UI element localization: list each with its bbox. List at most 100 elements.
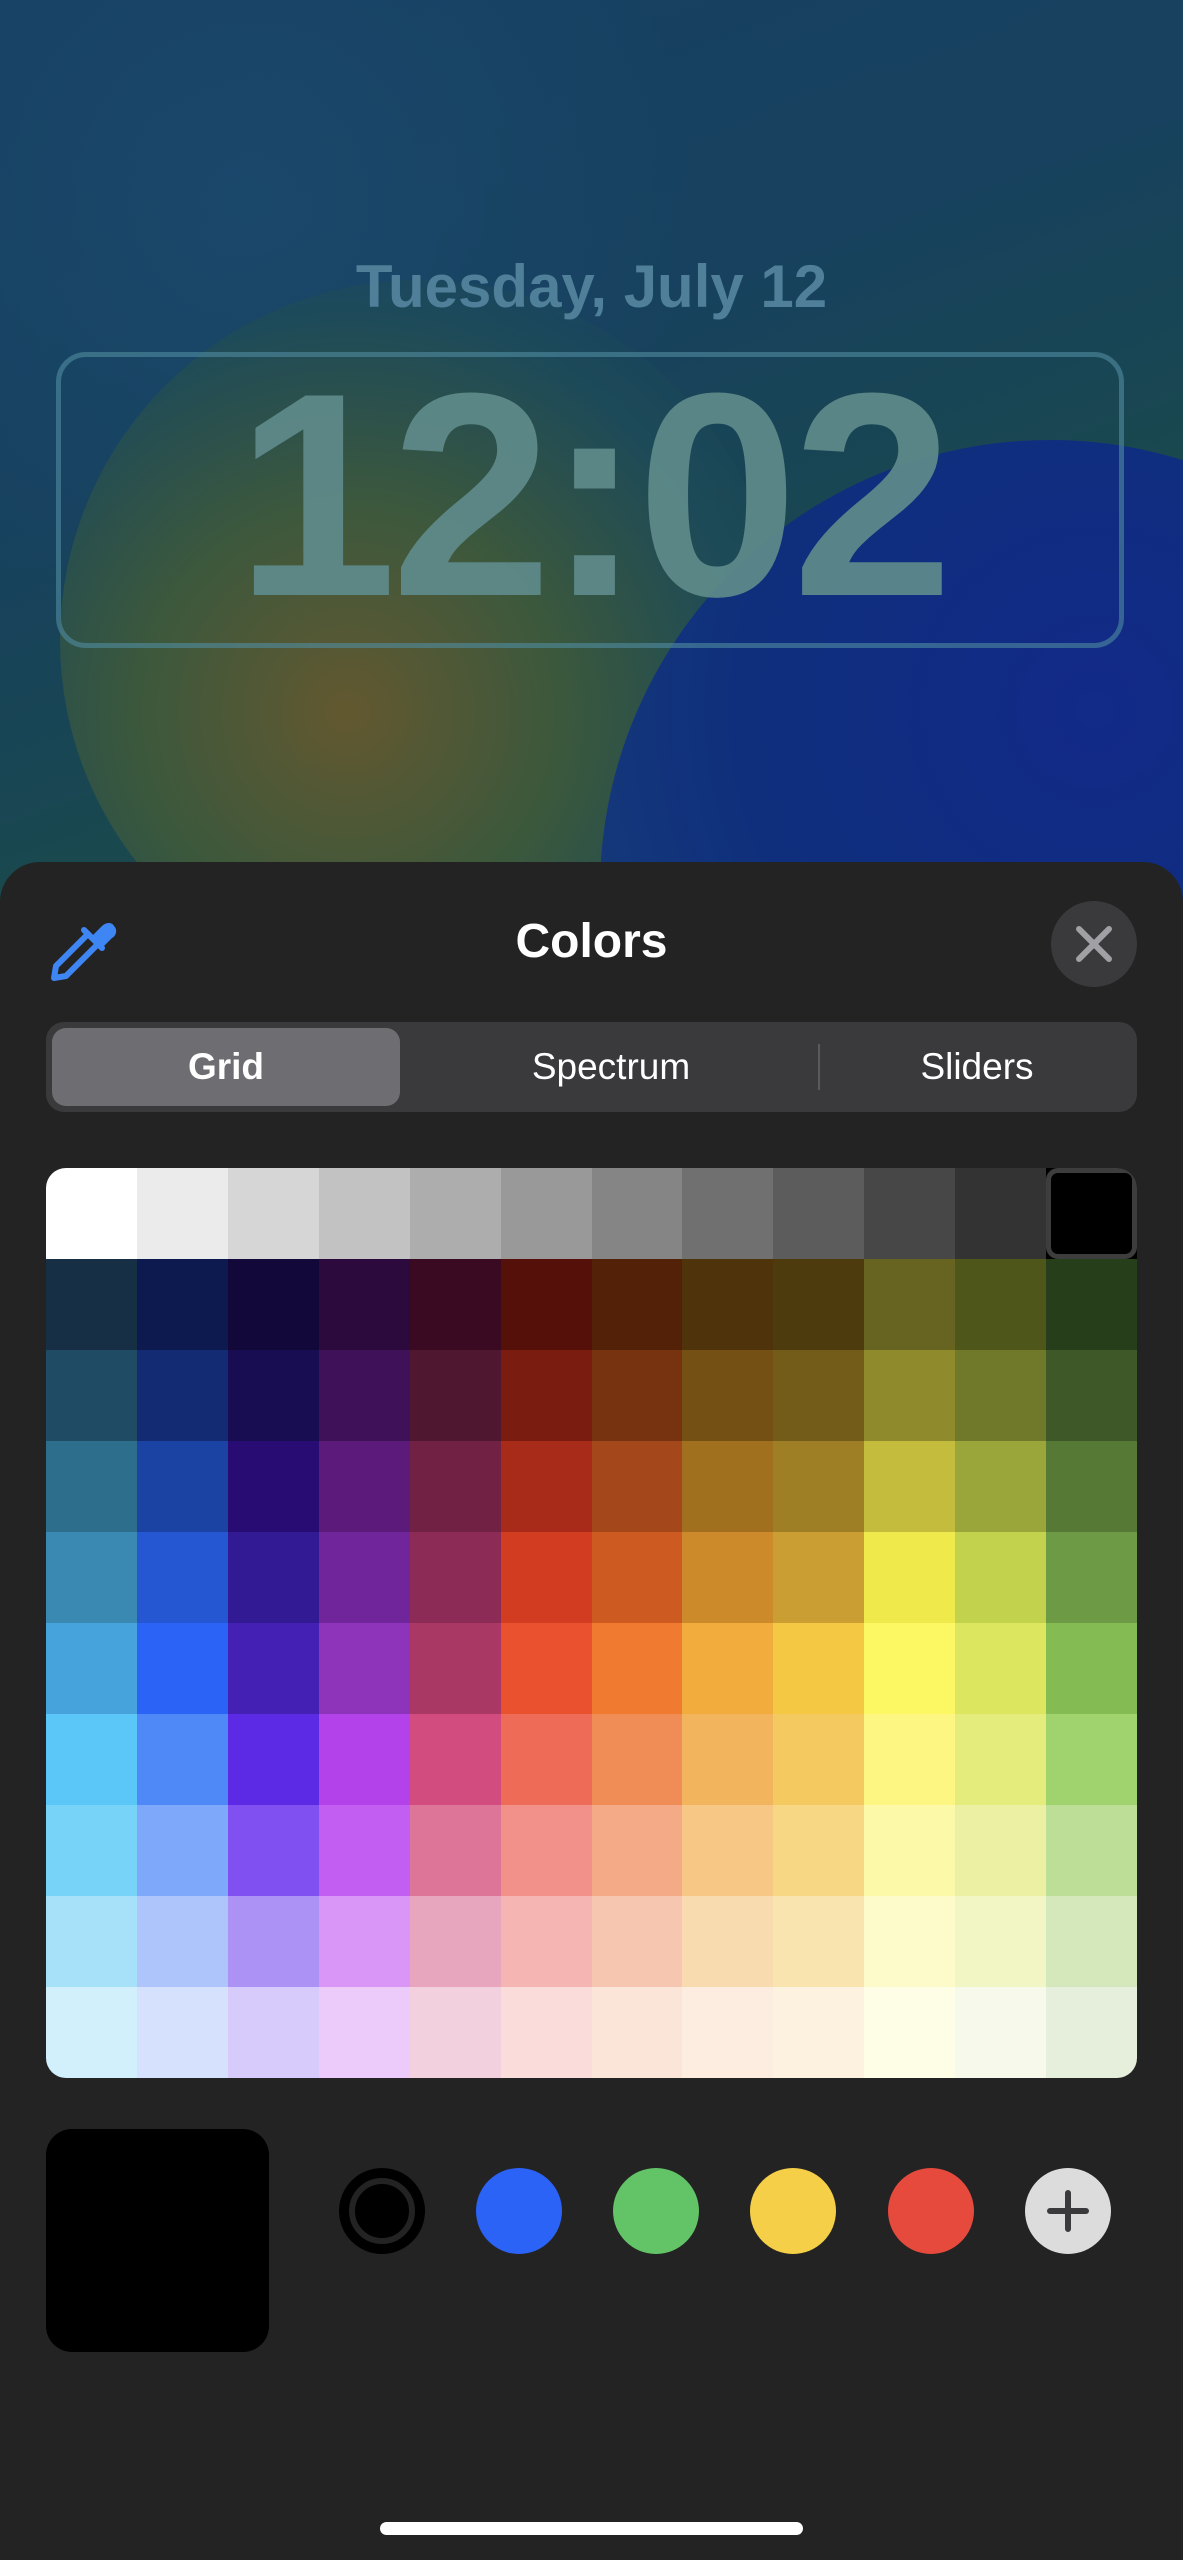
color-swatch-r0-c7[interactable] — [682, 1168, 774, 1260]
color-swatch-r1-c0[interactable] — [46, 1259, 138, 1351]
color-swatch-r9-c6[interactable] — [591, 1987, 684, 2078]
color-swatch-r0-c1[interactable] — [136, 1168, 229, 1260]
color-swatch-r6-c8[interactable] — [773, 1714, 865, 1806]
color-swatch-r2-c3[interactable] — [318, 1350, 411, 1442]
color-swatch-r8-c0[interactable] — [46, 1896, 138, 1988]
color-swatch-r0-c9[interactable] — [864, 1168, 956, 1260]
color-swatch-r1-c2[interactable] — [227, 1259, 320, 1351]
color-swatch-r8-c3[interactable] — [318, 1896, 411, 1988]
color-swatch-r2-c6[interactable] — [591, 1350, 684, 1442]
color-swatch-r3-c2[interactable] — [227, 1441, 320, 1533]
color-swatch-r6-c5[interactable] — [500, 1714, 593, 1806]
color-swatch-r2-c7[interactable] — [682, 1350, 774, 1442]
color-swatch-r1-c7[interactable] — [682, 1259, 774, 1351]
color-swatch-r3-c7[interactable] — [682, 1441, 774, 1533]
color-swatch-r5-c3[interactable] — [318, 1623, 411, 1715]
color-swatch-r6-c11[interactable] — [1046, 1714, 1137, 1806]
color-swatch-r9-c4[interactable] — [409, 1987, 502, 2078]
color-swatch-r7-c3[interactable] — [318, 1805, 411, 1897]
color-swatch-r2-c4[interactable] — [409, 1350, 502, 1442]
color-swatch-r9-c10[interactable] — [955, 1987, 1047, 2078]
color-swatch-r2-c0[interactable] — [46, 1350, 138, 1442]
home-indicator[interactable] — [380, 2522, 803, 2535]
favorite-color-red[interactable] — [888, 2168, 974, 2254]
color-swatch-r8-c10[interactable] — [955, 1896, 1047, 1988]
color-swatch-r2-c2[interactable] — [227, 1350, 320, 1442]
color-swatch-r8-c8[interactable] — [773, 1896, 865, 1988]
color-swatch-r6-c4[interactable] — [409, 1714, 502, 1806]
color-swatch-r2-c5[interactable] — [500, 1350, 593, 1442]
favorite-color-black[interactable] — [339, 2168, 425, 2254]
color-swatch-r5-c2[interactable] — [227, 1623, 320, 1715]
color-swatch-r4-c3[interactable] — [318, 1532, 411, 1624]
color-swatch-r1-c3[interactable] — [318, 1259, 411, 1351]
color-swatch-r3-c11[interactable] — [1046, 1441, 1137, 1533]
color-swatch-r4-c2[interactable] — [227, 1532, 320, 1624]
color-swatch-r7-c2[interactable] — [227, 1805, 320, 1897]
color-swatch-r3-c6[interactable] — [591, 1441, 684, 1533]
color-swatch-r7-c6[interactable] — [591, 1805, 684, 1897]
color-swatch-r6-c3[interactable] — [318, 1714, 411, 1806]
color-swatch-r2-c11[interactable] — [1046, 1350, 1137, 1442]
color-swatch-r5-c5[interactable] — [500, 1623, 593, 1715]
color-swatch-r5-c1[interactable] — [136, 1623, 229, 1715]
color-swatch-r1-c10[interactable] — [955, 1259, 1047, 1351]
tab-grid[interactable]: Grid — [52, 1028, 400, 1106]
color-swatch-r9-c0[interactable] — [46, 1987, 138, 2078]
color-swatch-r4-c1[interactable] — [136, 1532, 229, 1624]
favorite-color-green[interactable] — [613, 2168, 699, 2254]
color-swatch-r7-c0[interactable] — [46, 1805, 138, 1897]
color-swatch-r9-c1[interactable] — [136, 1987, 229, 2078]
color-swatch-r8-c9[interactable] — [864, 1896, 956, 1988]
color-swatch-r2-c9[interactable] — [864, 1350, 956, 1442]
color-swatch-r5-c11[interactable] — [1046, 1623, 1137, 1715]
color-swatch-r6-c2[interactable] — [227, 1714, 320, 1806]
color-swatch-r8-c7[interactable] — [682, 1896, 774, 1988]
color-swatch-r5-c6[interactable] — [591, 1623, 684, 1715]
color-swatch-r0-c8[interactable] — [773, 1168, 865, 1260]
color-swatch-r9-c8[interactable] — [773, 1987, 865, 2078]
color-swatch-r7-c9[interactable] — [864, 1805, 956, 1897]
color-swatch-r3-c3[interactable] — [318, 1441, 411, 1533]
favorite-color-yellow[interactable] — [750, 2168, 836, 2254]
color-swatch-r8-c11[interactable] — [1046, 1896, 1137, 1988]
color-swatch-r6-c10[interactable] — [955, 1714, 1047, 1806]
color-swatch-r7-c7[interactable] — [682, 1805, 774, 1897]
color-swatch-r4-c11[interactable] — [1046, 1532, 1137, 1624]
color-swatch-r4-c5[interactable] — [500, 1532, 593, 1624]
color-swatch-r4-c0[interactable] — [46, 1532, 138, 1624]
color-swatch-r0-c4[interactable] — [409, 1168, 502, 1260]
color-swatch-r1-c8[interactable] — [773, 1259, 865, 1351]
color-swatch-r5-c9[interactable] — [864, 1623, 956, 1715]
color-swatch-r0-c10[interactable] — [955, 1168, 1047, 1260]
color-swatch-r4-c6[interactable] — [591, 1532, 684, 1624]
color-swatch-r8-c6[interactable] — [591, 1896, 684, 1988]
color-swatch-r7-c1[interactable] — [136, 1805, 229, 1897]
color-swatch-r0-c2[interactable] — [227, 1168, 320, 1260]
color-swatch-r3-c9[interactable] — [864, 1441, 956, 1533]
color-swatch-r3-c10[interactable] — [955, 1441, 1047, 1533]
color-swatch-r6-c9[interactable] — [864, 1714, 956, 1806]
close-button[interactable] — [1051, 901, 1137, 987]
color-swatch-r0-c0[interactable] — [46, 1168, 138, 1260]
color-swatch-r9-c7[interactable] — [682, 1987, 774, 2078]
color-swatch-r2-c10[interactable] — [955, 1350, 1047, 1442]
color-swatch-r4-c4[interactable] — [409, 1532, 502, 1624]
color-swatch-r8-c1[interactable] — [136, 1896, 229, 1988]
color-swatch-r8-c2[interactable] — [227, 1896, 320, 1988]
color-swatch-r3-c0[interactable] — [46, 1441, 138, 1533]
color-swatch-r4-c7[interactable] — [682, 1532, 774, 1624]
color-swatch-r1-c9[interactable] — [864, 1259, 956, 1351]
color-swatch-r7-c11[interactable] — [1046, 1805, 1137, 1897]
color-swatch-r4-c9[interactable] — [864, 1532, 956, 1624]
color-swatch-r7-c5[interactable] — [500, 1805, 593, 1897]
color-swatch-r2-c8[interactable] — [773, 1350, 865, 1442]
color-swatch-r1-c1[interactable] — [136, 1259, 229, 1351]
color-swatch-r9-c11[interactable] — [1046, 1987, 1137, 2078]
color-swatch-r6-c6[interactable] — [591, 1714, 684, 1806]
color-swatch-r6-c7[interactable] — [682, 1714, 774, 1806]
color-swatch-r0-c3[interactable] — [318, 1168, 411, 1260]
color-swatch-r9-c2[interactable] — [227, 1987, 320, 2078]
color-swatch-r5-c8[interactable] — [773, 1623, 865, 1715]
color-swatch-r1-c5[interactable] — [500, 1259, 593, 1351]
